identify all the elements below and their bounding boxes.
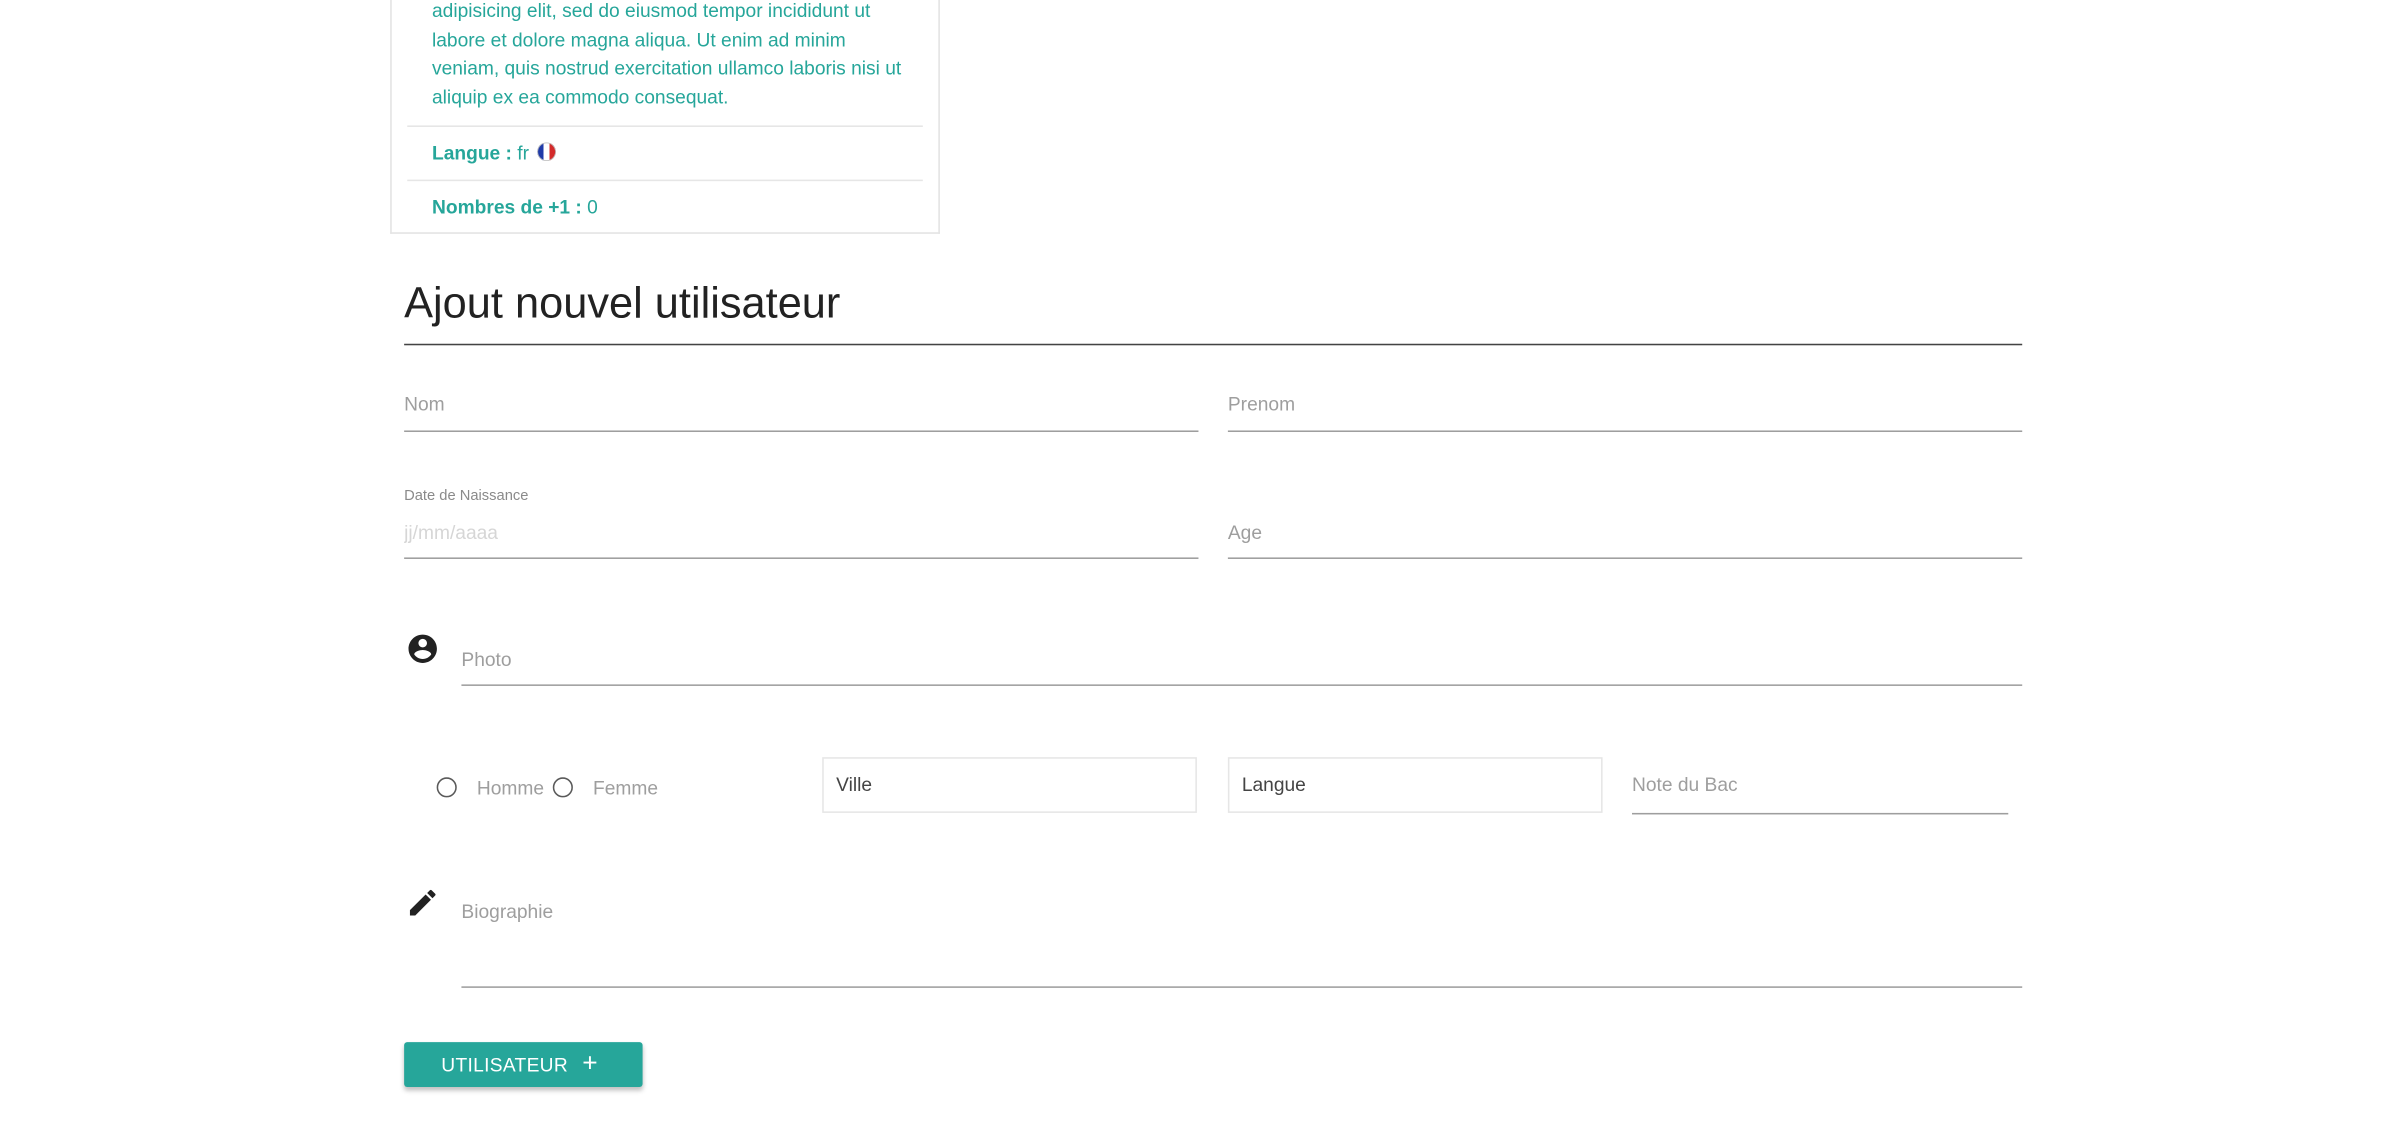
age-field[interactable]: Age <box>1227 483 2023 559</box>
post-language-value: fr <box>517 142 530 165</box>
prenom-field[interactable]: Prenom <box>1227 387 2023 433</box>
gender-homme-label[interactable]: Homme <box>477 774 544 802</box>
post-plus-count-label: Nombres de +1 : <box>432 196 582 219</box>
biographie-label: Biographie <box>461 901 554 923</box>
post-card: adipisicing elit, sed do eiusmod tempor … <box>390 0 940 234</box>
gender-femme-label[interactable]: Femme <box>593 774 658 802</box>
ville-label: Ville <box>836 774 873 796</box>
photo-label: Photo <box>461 648 512 671</box>
form-title: Ajout nouvel utilisateur <box>404 278 841 327</box>
nom-field[interactable]: Nom <box>404 387 1199 433</box>
date-naissance-field: Date de Naissance <box>404 483 1199 559</box>
langue-label: Langue <box>1241 774 1306 796</box>
post-plus-count-row: Nombres de +1 : 0 <box>407 179 923 234</box>
post-language-row: Langue : fr <box>407 125 923 181</box>
langue-select[interactable]: Langue <box>1227 757 1603 813</box>
add-user-button-label: UTILISATEUR <box>441 1054 569 1077</box>
page: adipisicing elit, sed do eiusmod tempor … <box>0 0 2400 1125</box>
add-user-button[interactable]: UTILISATEUR + <box>404 1042 643 1087</box>
note-bac-label: Note du Bac <box>1632 774 1738 796</box>
pencil-icon <box>409 889 436 916</box>
page-stage: adipisicing elit, sed do eiusmod tempor … <box>0 0 2400 1125</box>
post-language-label: Langue : <box>432 142 512 165</box>
note-bac-field[interactable]: Note du Bac <box>1632 757 2009 815</box>
radio-circle-icon[interactable] <box>552 777 573 798</box>
biographie-field[interactable]: Biographie <box>461 895 2023 988</box>
post-description: adipisicing elit, sed do eiusmod tempor … <box>432 0 902 109</box>
account-circle-icon <box>408 634 437 663</box>
title-divider <box>404 343 2023 346</box>
photo-field[interactable]: Photo <box>461 638 2023 686</box>
radio-circle-icon[interactable] <box>436 777 457 798</box>
prenom-label: Prenom <box>1227 393 1296 415</box>
plus-icon: + <box>582 1048 598 1078</box>
france-flag-icon <box>537 142 557 162</box>
age-label: Age <box>1227 521 1263 544</box>
ville-select[interactable]: Ville <box>822 757 1197 813</box>
nom-label: Nom <box>404 393 445 415</box>
date-naissance-label: Date de Naissance <box>404 487 529 505</box>
date-naissance-input[interactable] <box>404 520 1199 546</box>
post-plus-count-value: 0 <box>587 196 598 219</box>
